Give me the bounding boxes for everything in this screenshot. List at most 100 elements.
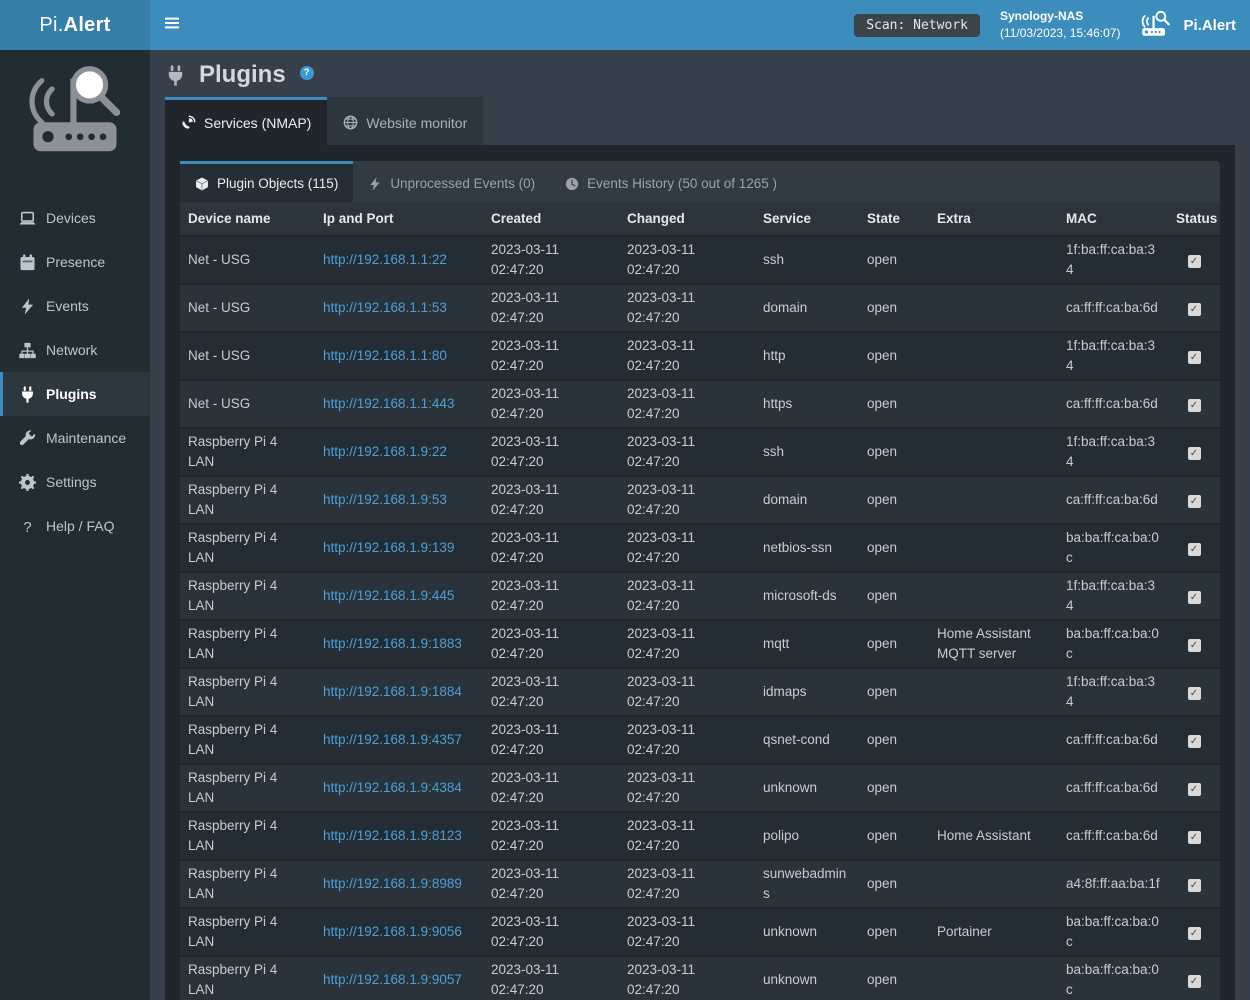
sidebar: DevicesPresenceEventsNetworkPluginsMaint… — [0, 50, 150, 1000]
table-row: Raspberry Pi 4 LANhttp://192.168.1.9:445… — [180, 572, 1220, 620]
tab-website-monitor[interactable]: Website monitor — [327, 97, 483, 145]
mac-cell: ba:ba:ff:ca:ba:0c — [1058, 524, 1168, 572]
ip-port-cell: http://192.168.1.9:9057 — [315, 956, 483, 1000]
service-cell: ssh — [755, 236, 859, 284]
sidebar-item-help-faq[interactable]: ?Help / FAQ — [0, 504, 150, 548]
plugin-tabs: Services (NMAP)Website monitor — [165, 97, 1235, 145]
column-header-device-name[interactable]: Device name — [180, 202, 315, 236]
column-header-created[interactable]: Created — [483, 202, 619, 236]
sidebar-item-settings[interactable]: Settings — [0, 460, 150, 504]
ip-port-link[interactable]: http://192.168.1.9:4384 — [323, 780, 462, 795]
column-header-state[interactable]: State — [859, 202, 929, 236]
ip-port-link[interactable]: http://192.168.1.1:53 — [323, 300, 447, 315]
status-checkbox[interactable]: ✓ — [1188, 735, 1201, 748]
status-checkbox[interactable]: ✓ — [1188, 879, 1201, 892]
ip-port-link[interactable]: http://192.168.1.9:53 — [323, 492, 447, 507]
status-checkbox[interactable]: ✓ — [1188, 783, 1201, 796]
state-cell: open — [859, 428, 929, 476]
app-logo[interactable]: Pi.Alert — [0, 0, 150, 50]
created-cell: 2023-03-11 02:47:20 — [483, 236, 619, 284]
status-cell: ✓ — [1168, 572, 1220, 620]
status-checkbox[interactable]: ✓ — [1188, 495, 1201, 508]
object-tabs: Plugin Objects (115)Unprocessed Events (… — [180, 161, 1220, 202]
device-name-cell: Raspberry Pi 4 LAN — [180, 428, 315, 476]
created-cell: 2023-03-11 02:47:20 — [483, 572, 619, 620]
ip-port-cell: http://192.168.1.9:445 — [315, 572, 483, 620]
ip-port-link[interactable]: http://192.168.1.9:1884 — [323, 684, 462, 699]
table-row: Raspberry Pi 4 LANhttp://192.168.1.9:435… — [180, 716, 1220, 764]
status-cell: ✓ — [1168, 524, 1220, 572]
changed-cell: 2023-03-11 02:47:20 — [619, 332, 755, 380]
status-checkbox[interactable]: ✓ — [1188, 687, 1201, 700]
sidebar-toggle-button[interactable] — [150, 0, 194, 50]
hamburger-icon — [164, 15, 180, 36]
column-header-extra[interactable]: Extra — [929, 202, 1058, 236]
changed-cell: 2023-03-11 02:47:20 — [619, 764, 755, 812]
ip-port-link[interactable]: http://192.168.1.9:9057 — [323, 972, 462, 987]
ip-port-cell: http://192.168.1.1:80 — [315, 332, 483, 380]
sidebar-item-maintenance[interactable]: Maintenance — [0, 416, 150, 460]
host-info: Synology-NAS (11/03/2023, 15:46:07) — [1000, 8, 1121, 43]
ip-port-link[interactable]: http://192.168.1.9:445 — [323, 588, 454, 603]
status-cell: ✓ — [1168, 428, 1220, 476]
ip-port-cell: http://192.168.1.9:4384 — [315, 764, 483, 812]
ip-port-link[interactable]: http://192.168.1.9:8989 — [323, 876, 462, 891]
sidebar-item-plugins[interactable]: Plugins — [0, 372, 150, 416]
status-checkbox[interactable]: ✓ — [1188, 831, 1201, 844]
status-cell: ✓ — [1168, 668, 1220, 716]
navbar-brand[interactable]: Pi.Alert — [1140, 10, 1236, 41]
status-checkbox[interactable]: ✓ — [1188, 927, 1201, 940]
created-cell: 2023-03-11 02:47:20 — [483, 620, 619, 668]
status-checkbox[interactable]: ✓ — [1188, 447, 1201, 460]
subtab-events-history[interactable]: Events History (50 out of 1265 ) — [550, 161, 792, 202]
ip-port-link[interactable]: http://192.168.1.1:22 — [323, 252, 447, 267]
table-row: Net - USGhttp://192.168.1.1:4432023-03-1… — [180, 380, 1220, 428]
ip-port-link[interactable]: http://192.168.1.1:443 — [323, 396, 454, 411]
status-checkbox[interactable]: ✓ — [1188, 975, 1201, 988]
status-checkbox[interactable]: ✓ — [1188, 399, 1201, 412]
state-cell: open — [859, 284, 929, 332]
status-checkbox[interactable]: ✓ — [1188, 255, 1201, 268]
help-badge[interactable]: ? — [300, 66, 314, 80]
column-header-status[interactable]: Status — [1168, 202, 1220, 236]
column-header-ip-and-port[interactable]: Ip and Port — [315, 202, 483, 236]
status-checkbox[interactable]: ✓ — [1188, 591, 1201, 604]
status-checkbox[interactable]: ✓ — [1188, 543, 1201, 556]
mac-cell: ca:ff:ff:ca:ba:6d — [1058, 812, 1168, 860]
ip-port-link[interactable]: http://192.168.1.9:22 — [323, 444, 447, 459]
tab-services-nmap[interactable]: Services (NMAP) — [165, 97, 327, 145]
mac-cell: 1f:ba:ff:ca:ba:34 — [1058, 332, 1168, 380]
column-header-service[interactable]: Service — [755, 202, 859, 236]
service-cell: microsoft-ds — [755, 572, 859, 620]
scan-status-badge: Scan: Network — [854, 14, 980, 37]
ip-port-link[interactable]: http://192.168.1.9:4357 — [323, 732, 462, 747]
ip-port-link[interactable]: http://192.168.1.9:8123 — [323, 828, 462, 843]
service-cell: unknown — [755, 956, 859, 1000]
status-checkbox[interactable]: ✓ — [1188, 639, 1201, 652]
globe-icon — [343, 115, 358, 130]
bolt-icon — [19, 298, 36, 315]
sidebar-item-network[interactable]: Network — [0, 328, 150, 372]
ip-port-link[interactable]: http://192.168.1.9:9056 — [323, 924, 462, 939]
column-header-mac[interactable]: MAC — [1058, 202, 1168, 236]
changed-cell: 2023-03-11 02:47:20 — [619, 284, 755, 332]
sidebar-item-presence[interactable]: Presence — [0, 240, 150, 284]
sidebar-item-events[interactable]: Events — [0, 284, 150, 328]
ip-port-link[interactable]: http://192.168.1.9:139 — [323, 540, 454, 555]
ip-port-cell: http://192.168.1.9:1883 — [315, 620, 483, 668]
ip-port-link[interactable]: http://192.168.1.1:80 — [323, 348, 447, 363]
sidebar-item-devices[interactable]: Devices — [0, 196, 150, 240]
ip-port-cell: http://192.168.1.1:53 — [315, 284, 483, 332]
nmap-icon — [181, 115, 196, 130]
subtab-plugin-objects[interactable]: Plugin Objects (115) — [180, 161, 353, 202]
mac-cell: 1f:ba:ff:ca:ba:34 — [1058, 428, 1168, 476]
changed-cell: 2023-03-11 02:47:20 — [619, 572, 755, 620]
sitemap-icon — [19, 342, 36, 359]
column-header-changed[interactable]: Changed — [619, 202, 755, 236]
state-cell: open — [859, 380, 929, 428]
ip-port-link[interactable]: http://192.168.1.9:1883 — [323, 636, 462, 651]
status-cell: ✓ — [1168, 860, 1220, 908]
status-checkbox[interactable]: ✓ — [1188, 351, 1201, 364]
status-checkbox[interactable]: ✓ — [1188, 303, 1201, 316]
subtab-unprocessed-events[interactable]: Unprocessed Events (0) — [353, 161, 550, 202]
